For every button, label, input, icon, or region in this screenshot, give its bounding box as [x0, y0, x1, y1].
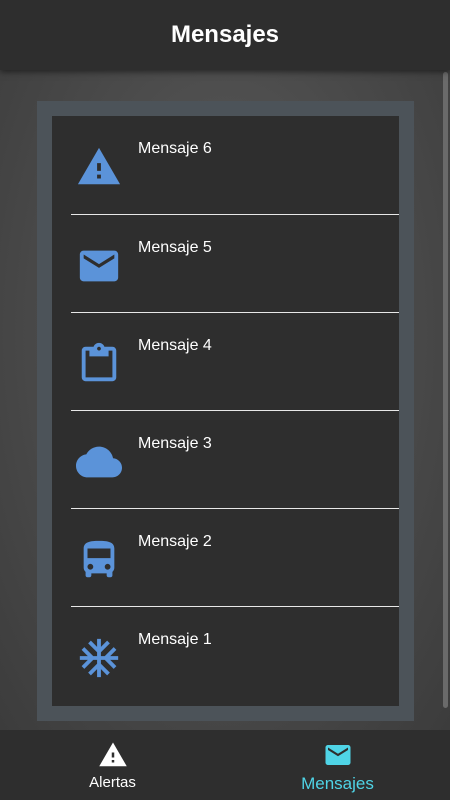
content-area[interactable]: Mensaje 6 Mensaje 5 Mensaje 4 Mensaje 3 … [0, 70, 450, 730]
message-label: Mensaje 5 [138, 239, 212, 256]
message-list-frame: Mensaje 6 Mensaje 5 Mensaje 4 Mensaje 3 … [37, 101, 414, 721]
message-label: Mensaje 2 [138, 533, 212, 550]
tab-label: Mensajes [301, 774, 374, 793]
message-label: Mensaje 6 [138, 140, 212, 157]
mail-icon [323, 740, 353, 770]
tab-alertas[interactable]: Alertas [0, 730, 225, 800]
message-item-3[interactable]: Mensaje 3 [52, 411, 399, 509]
message-item-2[interactable]: Mensaje 2 [52, 509, 399, 607]
clipboard-icon [76, 341, 122, 387]
tab-label: Alertas [89, 774, 136, 791]
mail-icon [76, 243, 122, 289]
message-item-5[interactable]: Mensaje 5 [52, 215, 399, 313]
warning-icon [98, 740, 128, 770]
warning-icon [76, 144, 122, 190]
message-list[interactable]: Mensaje 6 Mensaje 5 Mensaje 4 Mensaje 3 … [52, 116, 399, 706]
message-item-6[interactable]: Mensaje 6 [52, 116, 399, 214]
message-item-1[interactable]: Mensaje 1 [52, 607, 399, 705]
message-item-4[interactable]: Mensaje 4 [52, 313, 399, 411]
page-title: Mensajes [170, 21, 280, 48]
bottom-nav: Alertas Mensajes [0, 730, 450, 800]
app-bar: Mensajes [0, 0, 450, 70]
snowflake-icon [76, 635, 122, 681]
cloud-icon [76, 439, 122, 485]
scrollbar[interactable] [443, 72, 448, 708]
message-label: Mensaje 3 [138, 435, 212, 452]
bus-icon [76, 537, 122, 583]
tab-mensajes[interactable]: Mensajes [225, 730, 450, 800]
message-label: Mensaje 4 [138, 337, 212, 354]
message-label: Mensaje 1 [138, 631, 212, 648]
